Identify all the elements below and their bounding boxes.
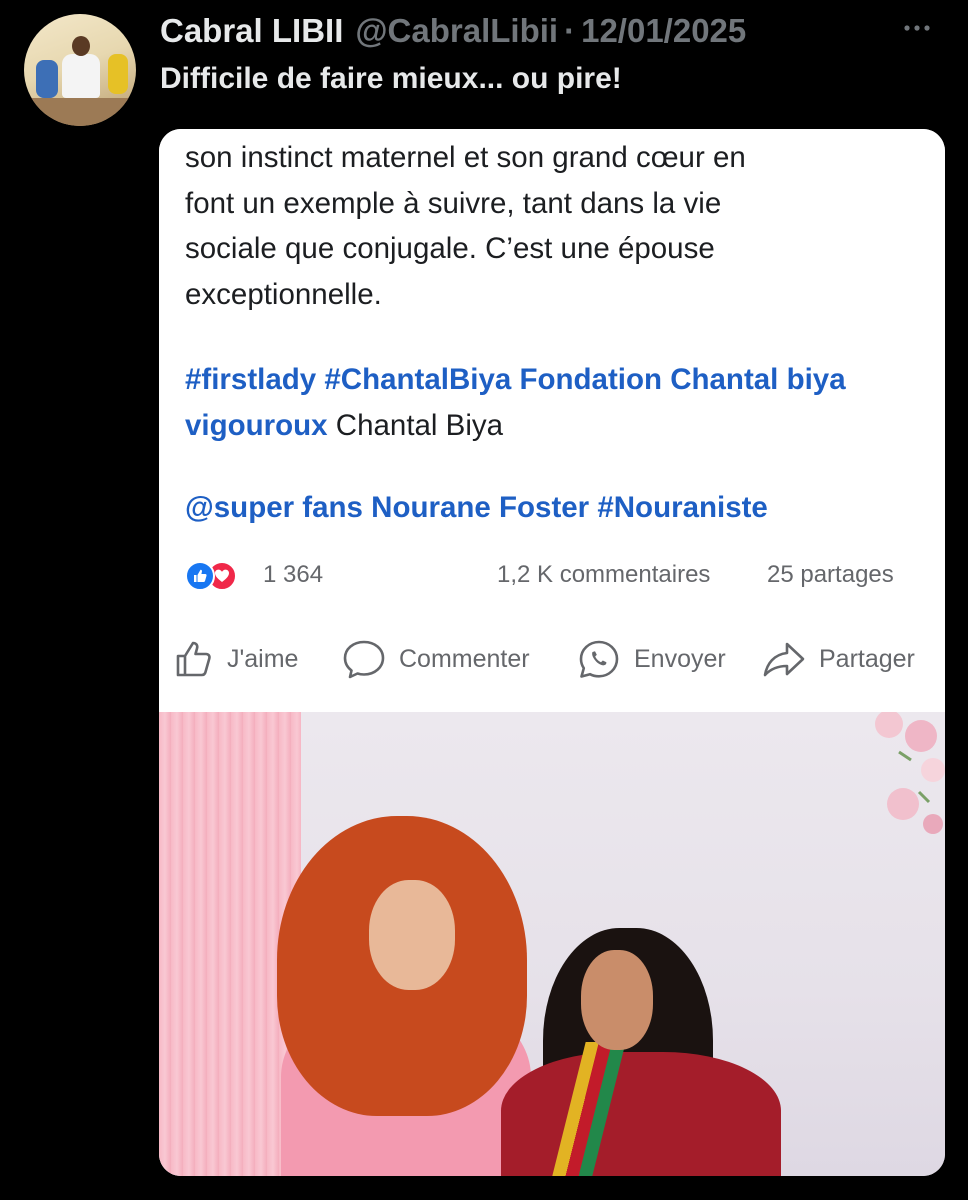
tweet-media-card[interactable]: son instinct maternel et son grand cœur … <box>159 129 945 1176</box>
like-label: J'aime <box>227 644 299 673</box>
author-avatar[interactable] <box>24 14 136 126</box>
whatsapp-icon <box>579 640 619 678</box>
post-hashtags: #firstlady #ChantalBiya Fondation Chanta… <box>185 357 935 448</box>
thumbs-up-icon <box>176 641 211 677</box>
more-horizontal-icon[interactable] <box>902 20 932 36</box>
post-body-line: son instinct maternel et son grand cœur … <box>185 141 746 174</box>
mention-text: Chantal Biya <box>327 408 504 442</box>
like-reaction-icon <box>185 561 215 591</box>
comments-count[interactable]: 1,2 K commentaires <box>497 561 710 589</box>
author-name[interactable]: Cabral LIBII <box>160 12 343 50</box>
reaction-count[interactable]: 1 364 <box>263 561 323 589</box>
woman-figure <box>501 1052 781 1176</box>
post-body-text: son instinct maternel et son grand cœur … <box>185 135 925 317</box>
avatar-figure <box>72 36 90 56</box>
comment-button[interactable]: Commenter <box>341 629 530 689</box>
send-button[interactable]: Envoyer <box>576 629 726 689</box>
share-arrow-icon <box>763 642 805 677</box>
tweet-text: Difficile de faire mieux... ou pire! <box>160 62 622 95</box>
avatar-figure <box>108 54 128 94</box>
post-photo[interactable] <box>159 712 945 1176</box>
author-handle[interactable]: @CabralLibii <box>355 12 558 50</box>
post-body-line: font un exemple à suivre, tant dans la v… <box>185 186 722 220</box>
like-button[interactable]: J'aime <box>173 629 298 689</box>
shares-count[interactable]: 25 partages <box>767 561 894 589</box>
comment-icon <box>343 640 385 679</box>
woman-figure <box>581 950 653 1050</box>
post-action-bar: J'aime Commenter Envoyer Partager <box>159 629 945 689</box>
header-separator: · <box>564 12 576 49</box>
comment-label: Commenter <box>399 644 530 673</box>
avatar-figure <box>36 60 58 98</box>
post-body-line: sociale que conjugale. C’est une épouse <box>185 232 715 265</box>
woman-figure <box>369 880 455 990</box>
share-label: Partager <box>819 644 915 673</box>
facebook-post-screenshot: son instinct maternel et son grand cœur … <box>159 129 945 704</box>
hashtag-link[interactable]: vigouroux <box>185 409 328 442</box>
post-stats: 1 364 1,2 K commentaires 25 partages <box>185 559 925 591</box>
post-body-line: exceptionnelle. <box>185 277 382 311</box>
mention-line[interactable]: @super fans Nourane Foster #Nouraniste <box>185 491 768 525</box>
send-label: Envoyer <box>634 644 726 673</box>
hashtag-line[interactable]: #firstlady #ChantalBiya Fondation Chanta… <box>185 357 935 403</box>
share-button[interactable]: Partager <box>761 629 915 689</box>
flower-decoration <box>875 712 945 834</box>
avatar-ground <box>24 98 136 126</box>
tweet-header: Cabral LIBII @CabralLibii · 12/01/2025 <box>160 12 746 52</box>
avatar-figure <box>62 54 100 98</box>
tweet-date[interactable]: 12/01/2025 <box>581 12 746 50</box>
